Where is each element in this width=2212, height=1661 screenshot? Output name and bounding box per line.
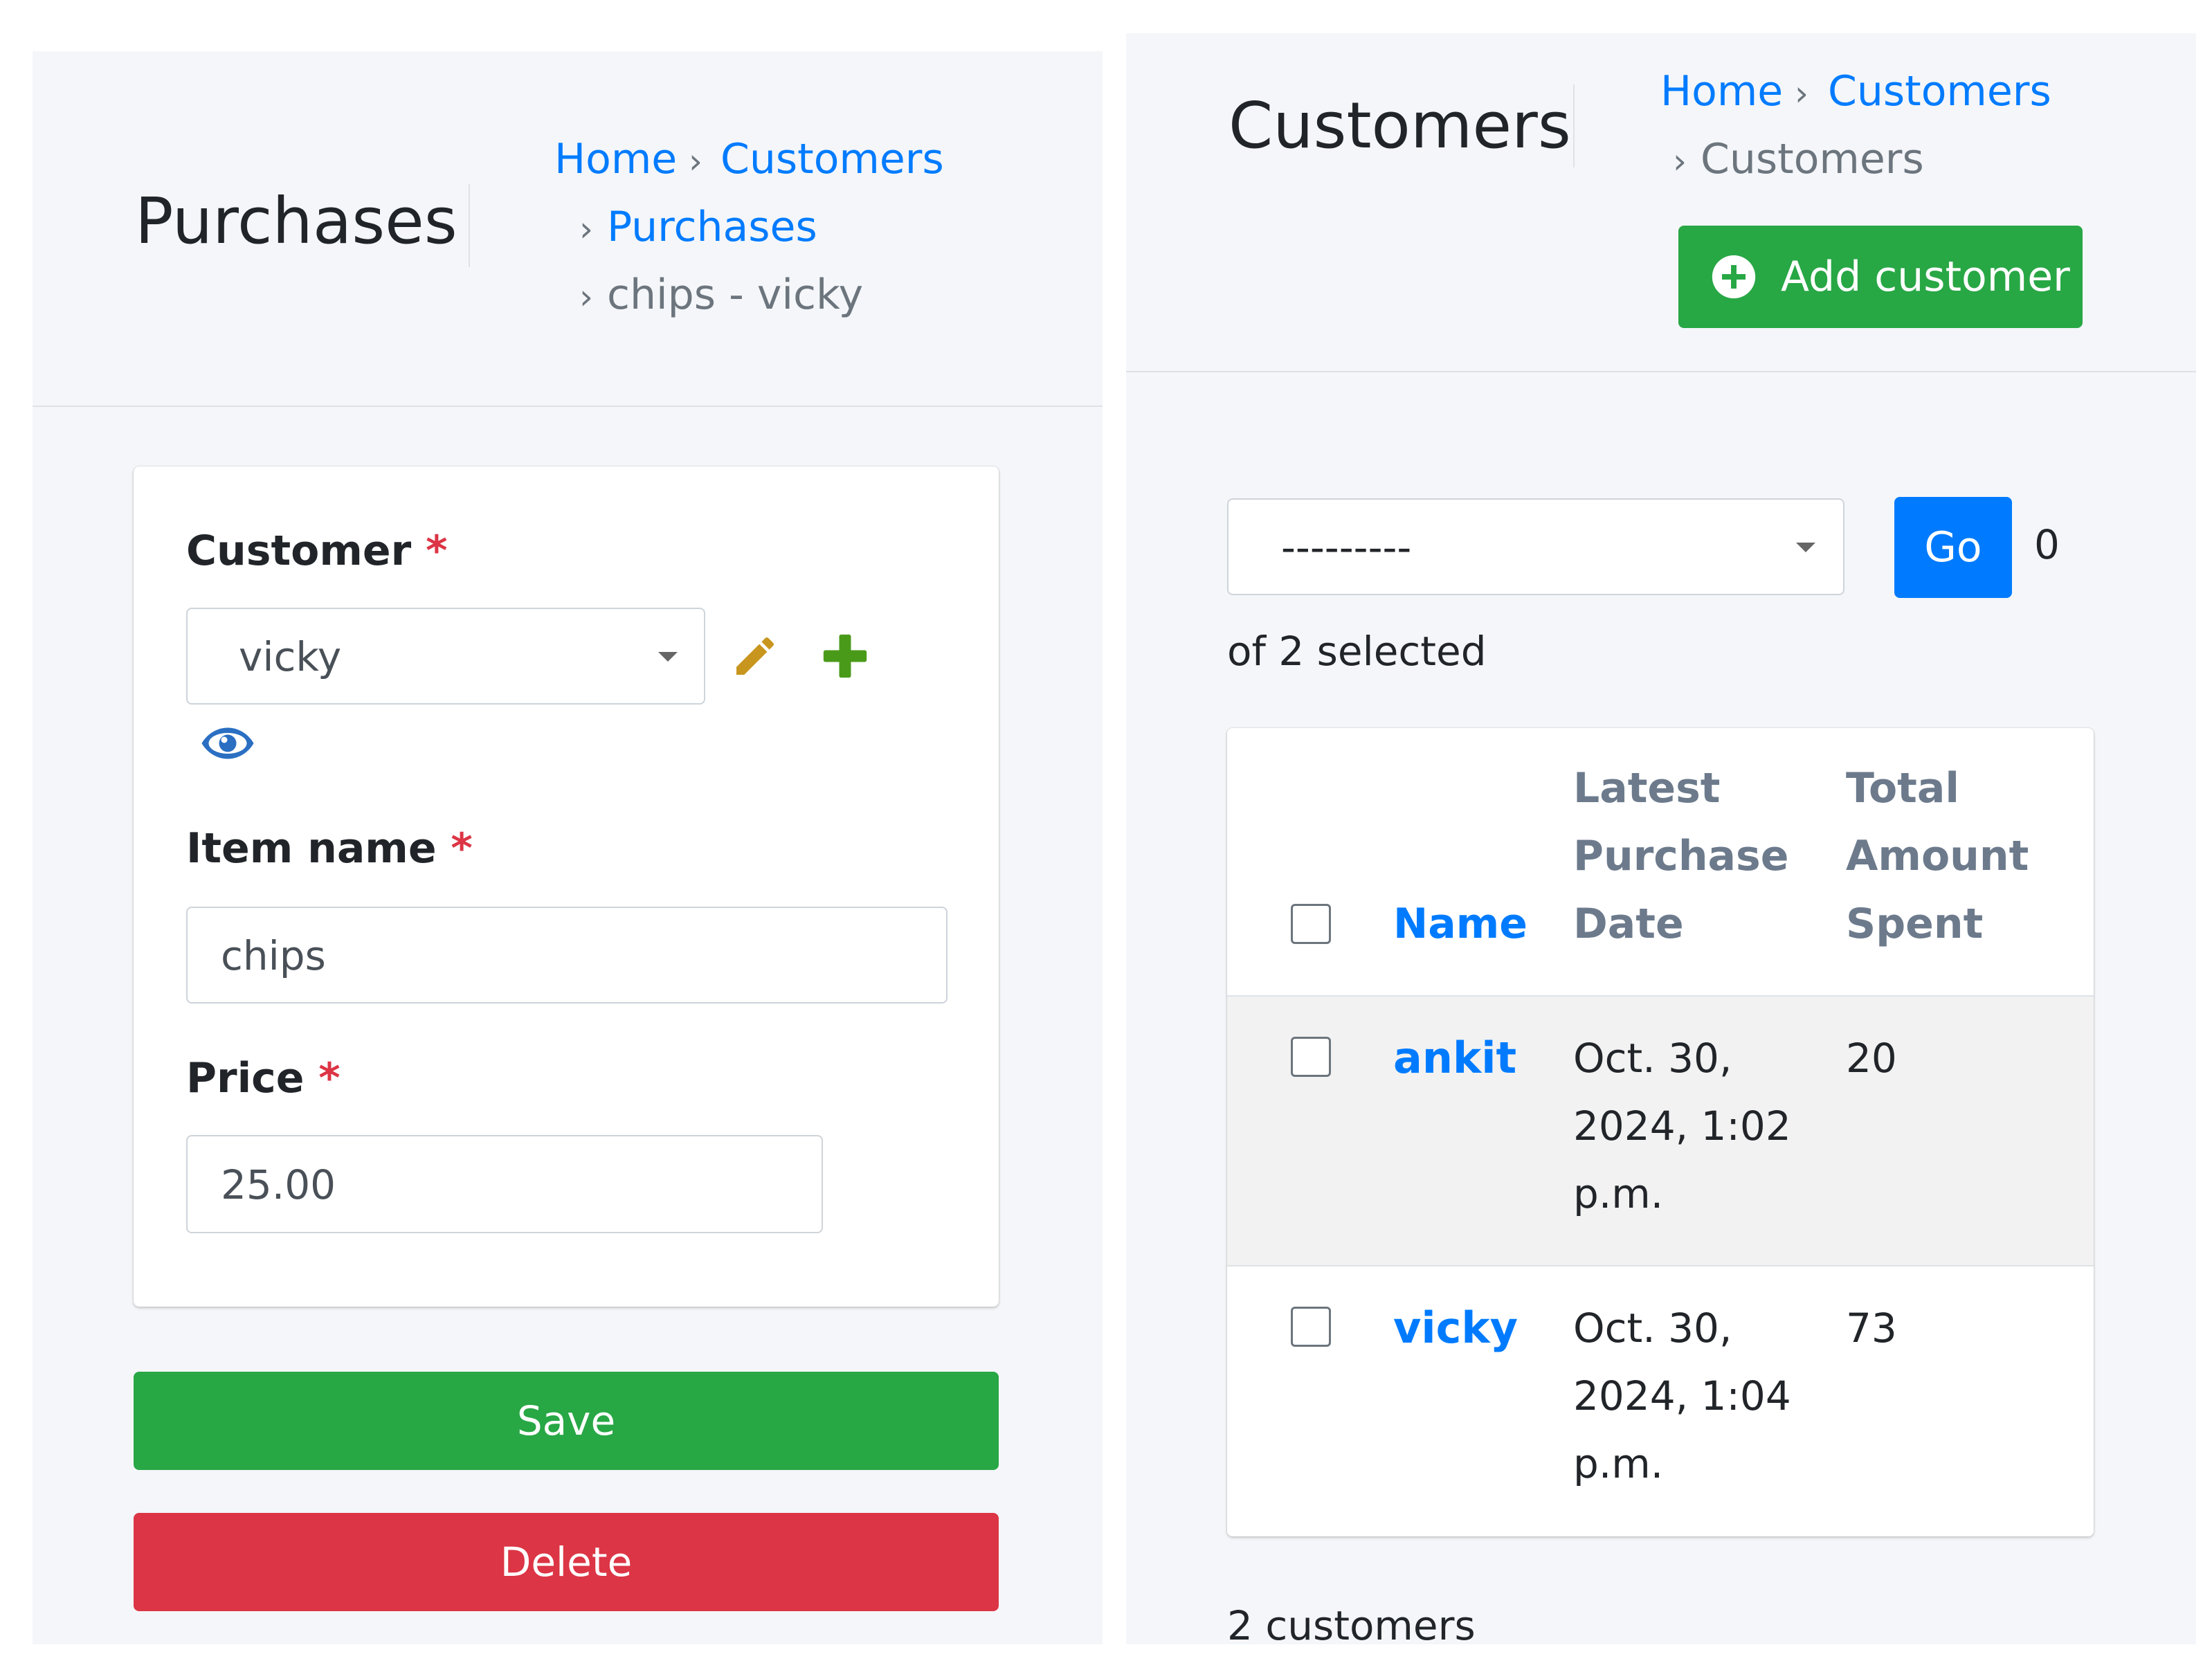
latest-purchase-date: 2024, 1:02 <box>1573 1102 1791 1150</box>
customer-select[interactable]: vicky <box>186 608 705 705</box>
latest-purchase-date: p.m. <box>1573 1170 1664 1217</box>
latest-purchase-date: p.m. <box>1573 1440 1664 1487</box>
action-select[interactable]: --------- <box>1227 498 1844 595</box>
breadcrumb-home[interactable]: Home <box>554 138 677 180</box>
price-input[interactable]: 25.00 <box>186 1135 823 1233</box>
item-name-value: chips <box>221 932 326 979</box>
row-checkbox[interactable] <box>1291 1037 1331 1077</box>
plus-circle-icon <box>1712 255 1756 299</box>
breadcrumb-customers[interactable]: Customers <box>720 138 944 180</box>
breadcrumb-separator: › <box>579 209 593 249</box>
page-title: Customers <box>1229 89 1571 163</box>
customer-label: Customer * <box>186 527 448 575</box>
title-divider <box>1573 84 1575 167</box>
select-all-checkbox[interactable] <box>1291 904 1331 944</box>
required-mark: * <box>451 824 473 873</box>
purchase-change-panel: Purchases Home › Customers › Purchases ›… <box>33 51 1103 1644</box>
breadcrumb-separator: › <box>689 141 702 181</box>
add-customer-label: Add customer <box>1781 253 2070 301</box>
total-amount-spent: 73 <box>1846 1305 1897 1352</box>
purchase-form-card: Customer * vicky Item name * chips Price… <box>134 466 999 1307</box>
breadcrumb-home[interactable]: Home <box>1660 71 1783 112</box>
price-label: Price * <box>186 1054 341 1102</box>
save-button[interactable]: Save <box>134 1372 999 1470</box>
latest-purchase-date: Oct. 30, <box>1573 1305 1732 1352</box>
go-button[interactable]: Go <box>1894 497 2012 598</box>
add-related-button[interactable] <box>822 633 869 682</box>
table-row: vicky Oct. 30, 2024, 1:04 p.m. 73 <box>1227 1267 2094 1536</box>
action-select-value: --------- <box>1281 524 1412 571</box>
selected-count: 0 <box>2034 521 2060 568</box>
latest-purchase-date: 2024, 1:04 <box>1573 1372 1791 1419</box>
results-table: Name Latest Purchase Date Total Amount S… <box>1227 728 2094 1536</box>
table-row: ankit Oct. 30, 2024, 1:02 p.m. 20 <box>1227 997 2094 1267</box>
price-value: 25.00 <box>221 1161 336 1208</box>
page-header: Customers Home › Customers › Customers A… <box>1126 33 2196 372</box>
view-related-button[interactable] <box>200 723 255 767</box>
breadcrumb-current: chips - vicky <box>607 271 864 319</box>
item-name-input[interactable]: chips <box>186 907 948 1004</box>
required-mark: * <box>426 527 448 575</box>
title-divider <box>469 184 470 267</box>
edit-related-button[interactable] <box>730 631 780 684</box>
chevron-down-icon <box>1796 543 1815 552</box>
breadcrumb-current: Customers <box>1701 135 1924 183</box>
breadcrumb-separator: › <box>1795 73 1808 114</box>
customer-list-panel: Customers Home › Customers › Customers A… <box>1126 33 2196 1644</box>
table-header: Name Latest Purchase Date Total Amount S… <box>1227 728 2094 997</box>
item-name-label: Item name * <box>186 824 473 873</box>
breadcrumb-customers-app[interactable]: Customers <box>1828 71 2051 112</box>
plus-icon <box>823 634 867 678</box>
customer-name-link[interactable]: ankit <box>1393 1024 1516 1092</box>
eye-icon <box>201 727 254 759</box>
breadcrumb-purchases[interactable]: Purchases <box>607 206 817 248</box>
page-title: Purchases <box>135 184 457 258</box>
required-mark: * <box>318 1054 341 1102</box>
total-amount-spent: 20 <box>1846 1035 1897 1082</box>
selected-summary: of 2 selected <box>1227 628 1487 675</box>
add-customer-button[interactable]: Add customer <box>1678 226 2083 328</box>
column-header-name[interactable]: Name <box>1393 890 1527 958</box>
latest-purchase-date: Oct. 30, <box>1573 1035 1732 1082</box>
breadcrumb-separator: › <box>579 277 593 317</box>
page-header: Purchases Home › Customers › Purchases ›… <box>33 51 1103 407</box>
result-count: 2 customers <box>1227 1602 1476 1644</box>
row-checkbox[interactable] <box>1291 1307 1331 1347</box>
delete-button[interactable]: Delete <box>134 1513 999 1611</box>
pencil-icon <box>736 637 774 675</box>
customer-name-link[interactable]: vicky <box>1393 1294 1518 1362</box>
chevron-down-icon <box>658 652 678 662</box>
breadcrumb-separator: › <box>1673 141 1687 181</box>
customer-select-value: vicky <box>239 633 342 680</box>
